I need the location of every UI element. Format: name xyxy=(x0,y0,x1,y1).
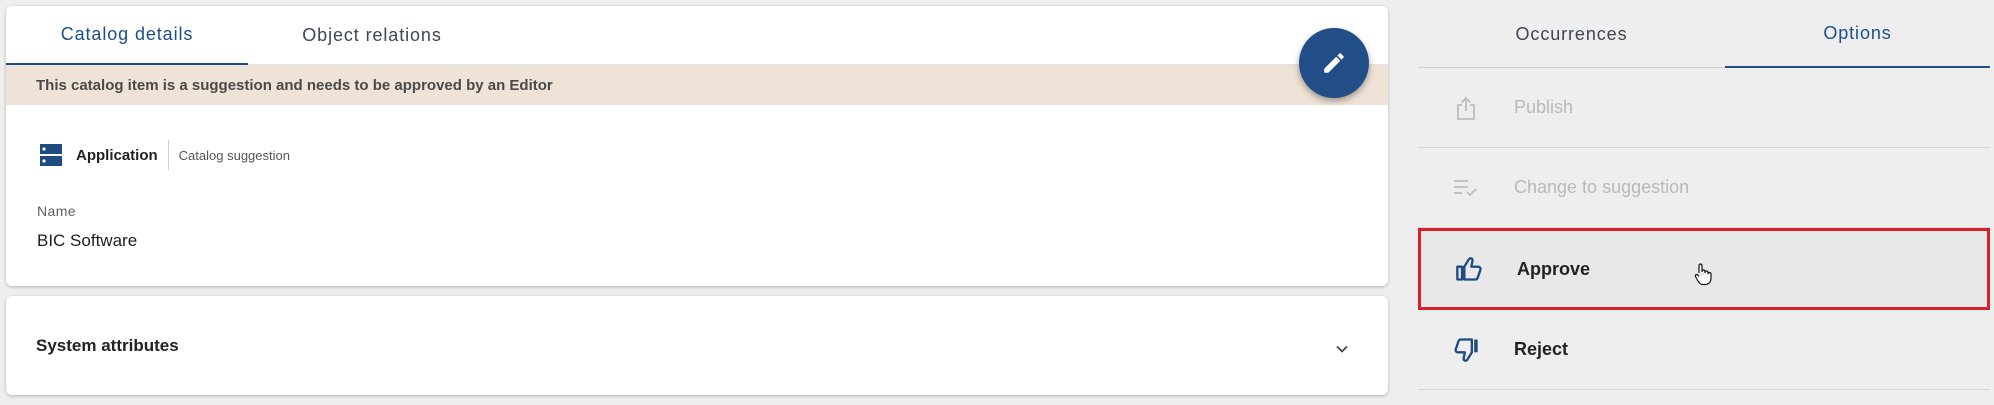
detail-tabs: Catalog details Object relations xyxy=(6,6,1388,65)
left-column: Catalog details Object relations This ca… xyxy=(6,6,1388,395)
option-change-to-suggestion[interactable]: Change to suggestion xyxy=(1418,148,1990,228)
share-icon xyxy=(1457,96,1475,120)
name-value: BIC Software xyxy=(37,231,138,250)
tab-options[interactable]: Options xyxy=(1725,0,1990,68)
object-state: Catalog suggestion xyxy=(178,147,290,163)
option-reject[interactable]: Reject xyxy=(1418,310,1990,390)
catalog-details-card: Catalog details Object relations This ca… xyxy=(6,6,1388,286)
option-reject-label: Reject xyxy=(1514,339,1569,359)
option-approve-label: Approve xyxy=(1517,258,1591,279)
side-tabs: Occurrences Options xyxy=(1418,0,1990,68)
tab-object-relations[interactable]: Object relations xyxy=(248,6,496,65)
thumbs-up-icon xyxy=(1456,257,1482,281)
list-check-icon xyxy=(1454,179,1477,196)
option-change-label: Change to suggestion xyxy=(1514,177,1690,197)
tab-occurrences[interactable]: Occurrences xyxy=(1418,0,1725,68)
chevron-down-icon xyxy=(1336,345,1348,353)
system-attributes-title: System attributes xyxy=(36,335,179,355)
option-publish[interactable]: Publish xyxy=(1418,68,1990,148)
object-type-row: Application Catalog suggestion xyxy=(39,139,290,171)
system-attributes-panel[interactable]: System attributes xyxy=(6,296,1388,395)
option-approve[interactable]: Approve xyxy=(1418,228,1990,310)
tab-catalog-details[interactable]: Catalog details xyxy=(6,6,248,65)
suggestion-banner: This catalog item is a suggestion and ne… xyxy=(6,65,1388,105)
thumbs-down-icon xyxy=(1454,337,1478,362)
object-type-name: Application xyxy=(76,140,169,170)
edit-button[interactable] xyxy=(1299,28,1369,98)
application-server-icon xyxy=(40,144,62,166)
pencil-icon xyxy=(1324,53,1344,73)
right-column: Occurrences Options Publish Change to su… xyxy=(1418,0,1990,390)
hand-cursor-icon xyxy=(1694,263,1712,286)
name-label: Name xyxy=(37,203,76,219)
option-publish-label: Publish xyxy=(1514,97,1574,117)
